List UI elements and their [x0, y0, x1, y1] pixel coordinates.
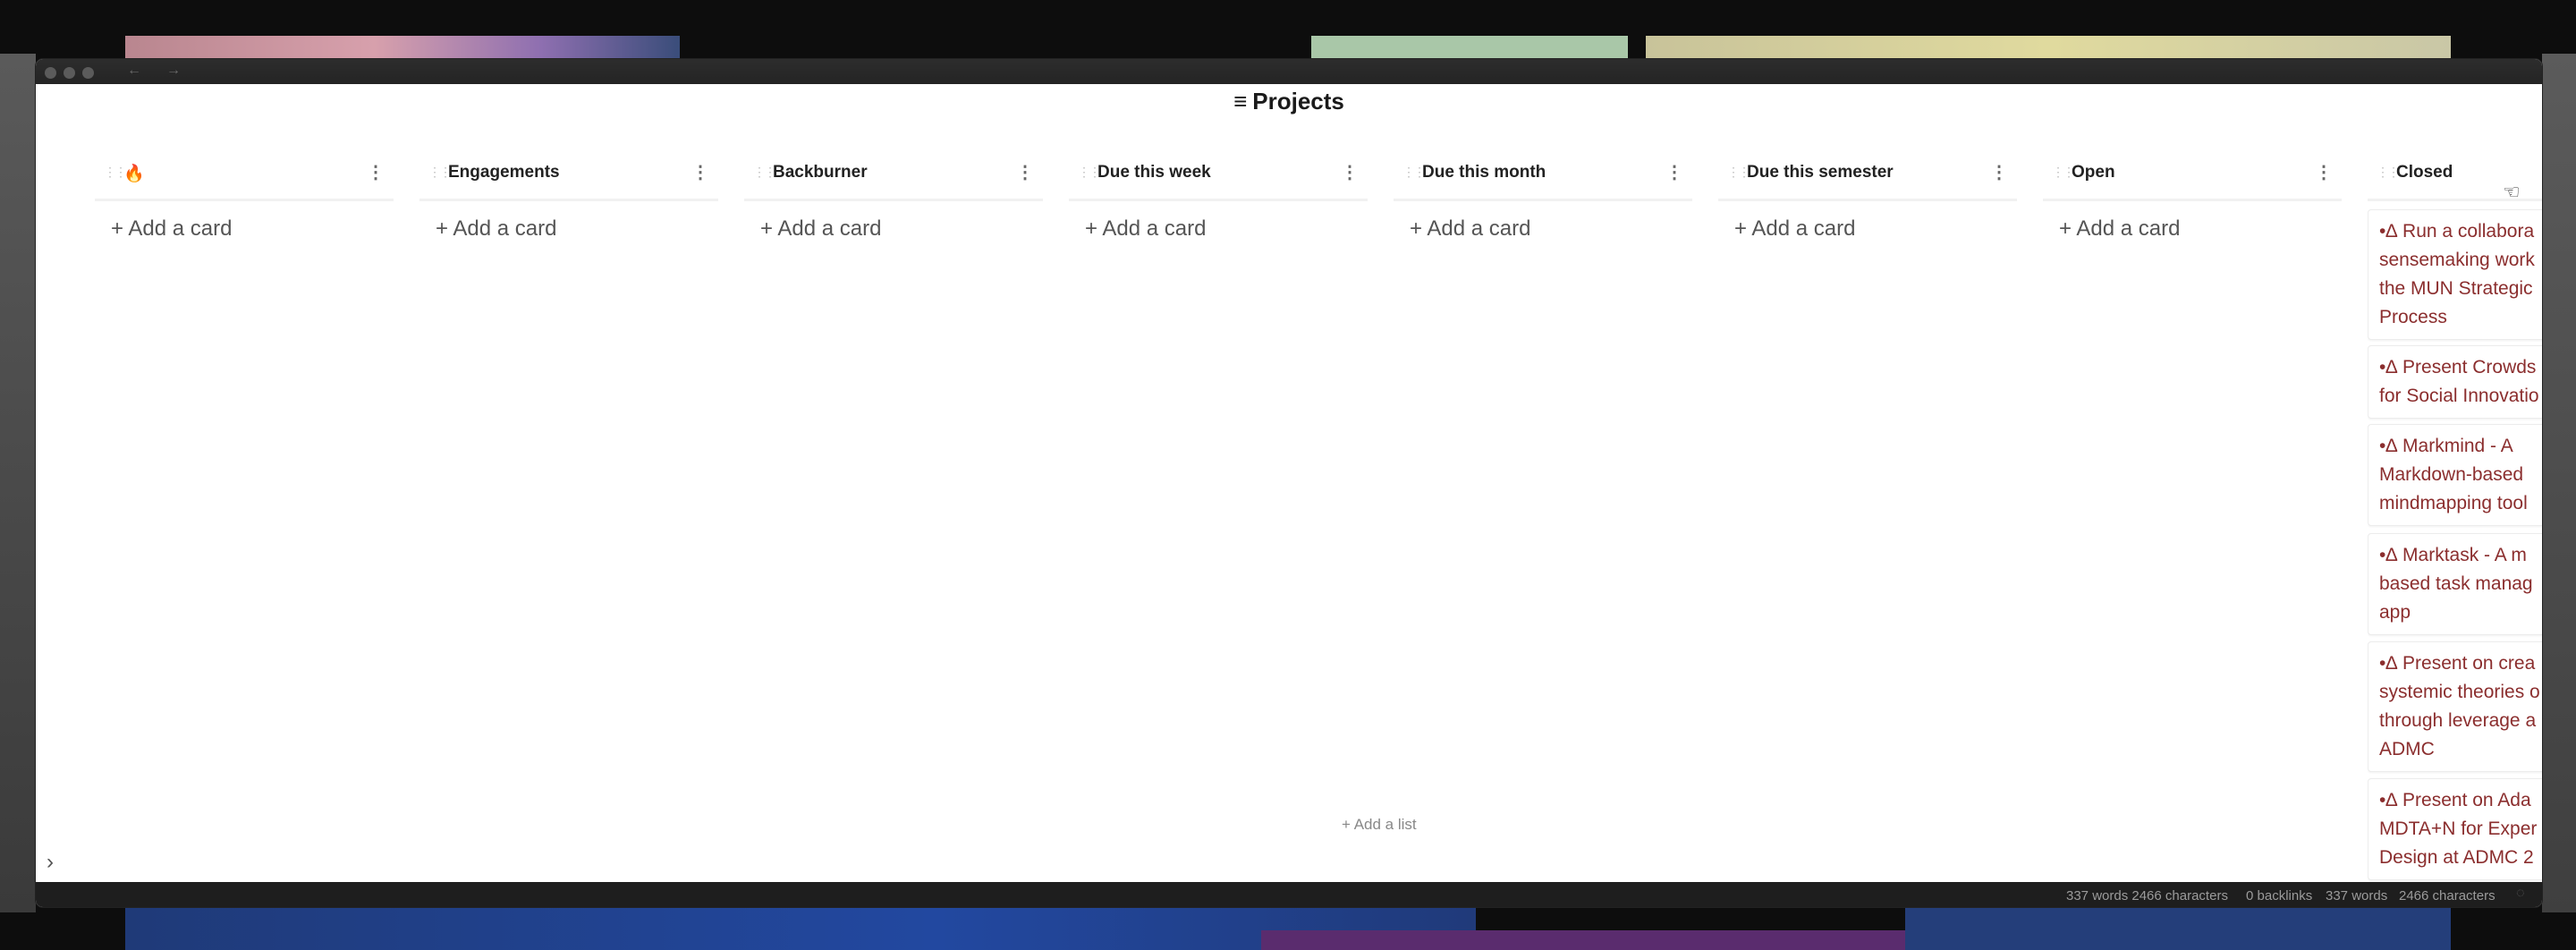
- list-column: ⋮⋮ Due this week ⋮ + Add a card: [1069, 156, 1368, 241]
- drag-handle-icon[interactable]: ⋮⋮: [2377, 165, 2400, 180]
- card-line: based task manag: [2379, 573, 2533, 594]
- add-card-button[interactable]: + Add a card: [1085, 216, 1206, 242]
- list-header[interactable]: ⋮⋮ Open ⋮: [2043, 156, 2342, 201]
- title-bar: ← →: [36, 59, 2542, 84]
- hand-cursor-icon: ☜: [2503, 181, 2521, 203]
- card[interactable]: •∆ Markmind - A Markdown-based mindmappi…: [2368, 424, 2542, 526]
- list-title: Closed: [2396, 163, 2453, 182]
- add-card-button[interactable]: + Add a card: [1410, 216, 1530, 242]
- kebab-menu-icon[interactable]: ⋮: [1016, 161, 1034, 183]
- drag-handle-icon[interactable]: ⋮⋮: [1402, 165, 1426, 180]
- card-line: MDTA+N for Exper: [2379, 819, 2538, 839]
- zoom-window-button[interactable]: [82, 67, 94, 79]
- list-header[interactable]: ⋮⋮ Backburner ⋮: [744, 156, 1043, 201]
- list-column: ⋮⋮ 🔥 ⋮ + Add a card: [95, 156, 394, 241]
- list-header[interactable]: ⋮⋮ Due this week ⋮: [1069, 156, 1368, 201]
- kebab-menu-icon[interactable]: ⋮: [2315, 161, 2333, 183]
- list-title: Backburner: [773, 163, 868, 182]
- sync-status-icon[interactable]: ◌: [2516, 886, 2525, 902]
- card[interactable]: •∆ Present on crea systemic theories o t…: [2368, 641, 2542, 772]
- add-card-button[interactable]: + Add a card: [1734, 216, 1855, 242]
- word-count: 337 words: [2326, 888, 2388, 903]
- add-card-button[interactable]: + Add a card: [2059, 216, 2180, 242]
- kebab-menu-icon[interactable]: ⋮: [1665, 161, 1683, 183]
- card-line: through leverage a: [2379, 710, 2537, 731]
- card-line: Markdown-based: [2379, 464, 2524, 485]
- list-header[interactable]: ⋮⋮ 🔥 ⋮: [95, 156, 394, 201]
- add-card-button[interactable]: + Add a card: [436, 216, 556, 242]
- list-column: ⋮⋮ Open ⋮ + Add a card: [2043, 156, 2342, 241]
- wallpaper: [2542, 54, 2576, 912]
- list-column: ⋮⋮ Due this month ⋮ + Add a card: [1394, 156, 1692, 241]
- kebab-menu-icon[interactable]: ⋮: [691, 161, 709, 183]
- wallpaper: [1261, 930, 1905, 950]
- card-line: sensemaking work: [2379, 250, 2535, 270]
- wallpaper: [0, 54, 36, 912]
- drag-handle-icon[interactable]: ⋮⋮: [1727, 165, 1750, 180]
- card-line: •∆ Marktask - A m: [2379, 545, 2527, 565]
- card-line: for Social Innovatio: [2379, 386, 2539, 406]
- kebab-menu-icon[interactable]: ⋮: [367, 161, 385, 183]
- drag-handle-icon[interactable]: ⋮⋮: [104, 165, 127, 180]
- hamburger-icon: ≡: [1233, 88, 1248, 115]
- page-title-text: Projects: [1252, 88, 1344, 115]
- list-title: Due this week: [1097, 163, 1211, 182]
- list-header[interactable]: ⋮⋮ Engagements ⋮: [419, 156, 718, 201]
- list-column: ⋮⋮ Due this semester ⋮ + Add a card: [1718, 156, 2017, 241]
- status-bar: 337 words 2466 characters 0 backlinks 33…: [36, 882, 2542, 907]
- card[interactable]: •∆ Marktask - A m based task manag app: [2368, 533, 2542, 635]
- list-header[interactable]: ⋮⋮ Due this semester ⋮: [1718, 156, 2017, 201]
- app-window: ← → ≡ Projects ⋮⋮ 🔥 ⋮ + Add a card ⋮⋮ Eng…: [36, 59, 2542, 907]
- list-title: Due this semester: [1747, 163, 1894, 182]
- backlinks-count[interactable]: 0 backlinks: [2246, 888, 2312, 903]
- chevron-right-icon[interactable]: ›: [47, 850, 54, 875]
- list-title: Engagements: [448, 163, 560, 182]
- drag-handle-icon[interactable]: ⋮⋮: [753, 165, 776, 180]
- back-arrow-icon[interactable]: ←: [127, 63, 141, 79]
- card-line: mindmapping tool: [2379, 493, 2528, 513]
- word-char-count: 337 words 2466 characters: [2066, 888, 2228, 903]
- list-title: Due this month: [1422, 163, 1546, 182]
- list-title: 🔥: [123, 165, 145, 183]
- card-line: Process: [2379, 307, 2447, 327]
- card-line: ADMC: [2379, 739, 2435, 759]
- character-count: 2466 characters: [2399, 888, 2496, 903]
- add-list-button[interactable]: + Add a list: [1342, 816, 1417, 834]
- minimize-window-button[interactable]: [64, 67, 75, 79]
- list-header[interactable]: ⋮⋮ Due this month ⋮: [1394, 156, 1692, 201]
- card-line: •∆ Present on crea: [2379, 653, 2536, 674]
- drag-handle-icon[interactable]: ⋮⋮: [1078, 165, 1101, 180]
- list-column: ⋮⋮ Backburner ⋮ + Add a card: [744, 156, 1043, 241]
- kebab-menu-icon[interactable]: ⋮: [1990, 161, 2008, 183]
- list-column: ⋮⋮ Engagements ⋮ + Add a card: [419, 156, 718, 241]
- add-card-button[interactable]: + Add a card: [111, 216, 232, 242]
- drag-handle-icon[interactable]: ⋮⋮: [428, 165, 452, 180]
- card[interactable]: •∆ Run a collabora sensemaking work the …: [2368, 209, 2542, 340]
- close-window-button[interactable]: [45, 67, 56, 79]
- add-card-button[interactable]: + Add a card: [760, 216, 881, 242]
- card-line: the MUN Strategic: [2379, 278, 2533, 299]
- card-line: •∆ Present on Ada: [2379, 790, 2531, 810]
- list-title: Open: [2072, 163, 2115, 182]
- drag-handle-icon[interactable]: ⋮⋮: [2052, 165, 2075, 180]
- card[interactable]: •∆ Present on Ada MDTA+N for Exper Desig…: [2368, 778, 2542, 880]
- list-column-closed: ⋮⋮ Closed •∆ Run a collabora sensemaking…: [2368, 156, 2542, 907]
- page-title: ≡ Projects: [36, 88, 2542, 115]
- card-line: Design at ADMC 2: [2379, 847, 2534, 868]
- kebab-menu-icon[interactable]: ⋮: [1341, 161, 1359, 183]
- forward-arrow-icon[interactable]: →: [166, 63, 181, 79]
- card-line: app: [2379, 602, 2411, 623]
- card[interactable]: •∆ Present Crowds for Social Innovatio: [2368, 345, 2542, 419]
- card-line: •∆ Run a collabora: [2379, 221, 2535, 242]
- card-line: systemic theories o: [2379, 682, 2540, 702]
- card-line: •∆ Markmind - A: [2379, 436, 2513, 456]
- card-line: •∆ Present Crowds: [2379, 357, 2537, 377]
